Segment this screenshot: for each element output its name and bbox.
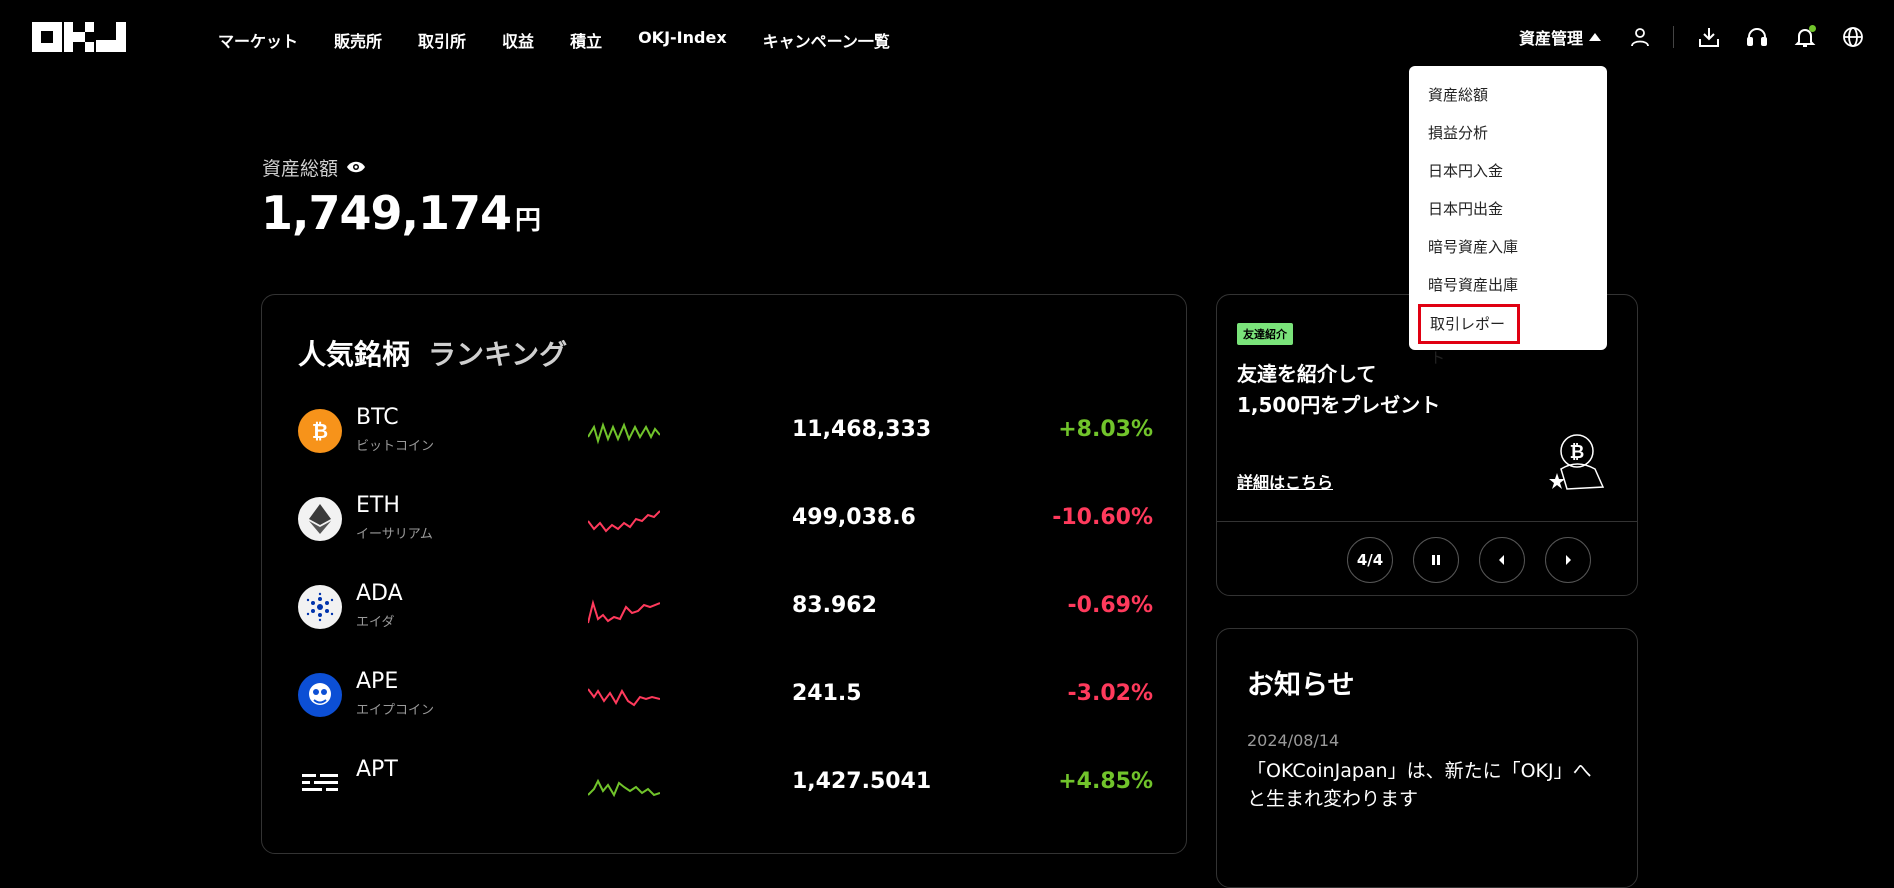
nav-exchange[interactable]: 取引所 <box>418 28 466 52</box>
okj-logo[interactable] <box>32 22 126 52</box>
coin-name: エイダ <box>356 615 395 630</box>
total-assets-label-row: 資産総額 <box>262 154 366 181</box>
coin-price: 241.5 <box>792 681 862 706</box>
coin-symbol: ADA <box>356 581 403 606</box>
coin-change: +4.85% <box>1058 769 1153 794</box>
menu-item-jpy-deposit[interactable]: 日本円入金 <box>1409 152 1607 190</box>
coin-name: ビットコイン <box>356 439 435 454</box>
nav-sales-office[interactable]: 販売所 <box>334 28 382 52</box>
ranking-title-main: 人気銘柄 <box>298 338 411 371</box>
svg-text:₿: ₿ <box>312 419 328 443</box>
total-assets-value-row: 1,749,174 円 <box>261 186 541 240</box>
coin-name: イーサリアム <box>356 527 433 542</box>
globe-icon[interactable] <box>1840 24 1866 50</box>
coin-change: -10.60% <box>1052 505 1153 530</box>
coin-symbol: ETH <box>356 493 400 518</box>
sparkline-chart <box>588 421 660 445</box>
header-divider <box>1673 26 1674 48</box>
main-nav: マーケット 販売所 取引所 収益 積立 OKJ-Index キャンペーン一覧 <box>218 28 890 52</box>
announcements-title: お知らせ <box>1247 670 1355 701</box>
coin-symbol: APE <box>356 669 399 694</box>
coin-row-ada[interactable]: ADA エイダ 83.962 -0.69% <box>298 579 1153 639</box>
coin-symbol: BTC <box>356 405 399 430</box>
coin-row-btc[interactable]: ₿ BTC ビットコイン 11,468,333 +8.03% <box>298 403 1153 463</box>
coin-symbol: APT <box>356 757 398 782</box>
news-item-link[interactable]: 「OKCoinJapan」は、新たに「OKJ」へと生まれ変わります <box>1247 757 1607 813</box>
total-assets-value: 1,749,174 <box>261 186 512 240</box>
headset-icon[interactable] <box>1744 24 1770 50</box>
coin-row-ape[interactable]: APE エイプコイン 241.5 -3.02% <box>298 667 1153 727</box>
total-assets-label: 資産総額 <box>262 158 339 180</box>
promo-details-link[interactable]: 詳細はこちら <box>1237 469 1333 493</box>
header-actions: 資産管理 <box>1519 24 1866 50</box>
coin-price: 1,427.5041 <box>792 769 932 794</box>
menu-item-pnl-analysis[interactable]: 損益分析 <box>1409 114 1607 152</box>
menu-item-jpy-withdrawal[interactable]: 日本円出金 <box>1409 190 1607 228</box>
coin-row-apt[interactable]: APT 1,427.5041 +4.85% <box>298 755 1153 815</box>
download-icon[interactable] <box>1696 24 1722 50</box>
svg-text:₿: ₿ <box>1570 442 1585 463</box>
sparkline-chart <box>588 599 660 624</box>
menu-item-total-assets[interactable]: 資産総額 <box>1409 76 1607 114</box>
chevron-left-icon <box>1499 555 1504 565</box>
popular-ranking-card: 人気銘柄 ランキング ₿ BTC ビットコイン 11,468,333 +8.03%… <box>261 294 1187 854</box>
menu-item-trade-report[interactable]: 取引レポート <box>1418 304 1520 367</box>
coin-gift-illustration: ₿ <box>1549 434 1605 490</box>
coin-name: エイプコイン <box>356 703 435 718</box>
pause-icon <box>1432 555 1440 565</box>
menu-item-crypto-withdrawal[interactable]: 暗号資産出庫 <box>1409 266 1607 304</box>
promo-divider <box>1217 521 1637 522</box>
coin-change: -3.02% <box>1067 681 1153 706</box>
coin-change: -0.69% <box>1067 593 1153 618</box>
user-icon[interactable] <box>1627 24 1653 50</box>
promo-line-1: 友達を紹介して <box>1237 362 1377 386</box>
bell-icon[interactable] <box>1792 24 1818 50</box>
top-header: マーケット 販売所 取引所 収益 積立 OKJ-Index キャンペーン一覧 資… <box>0 0 1894 78</box>
notification-dot <box>1809 25 1816 32</box>
ranking-title: 人気銘柄 ランキング <box>298 333 567 373</box>
promo-tag: 友達紹介 <box>1237 323 1293 345</box>
nav-okj-index[interactable]: OKJ-Index <box>638 28 727 52</box>
promo-line-2: 1,500円をプレゼント <box>1237 393 1441 417</box>
coin-change: +8.03% <box>1058 417 1153 442</box>
coin-row-eth[interactable]: ETH イーサリアム 499,038.6 -10.60% <box>298 491 1153 551</box>
prev-slide-button[interactable] <box>1479 537 1525 583</box>
announcements-card: お知らせ 2024/08/14 「OKCoinJapan」は、新たに「OKJ」へ… <box>1216 628 1638 888</box>
next-slide-button[interactable] <box>1545 537 1591 583</box>
promo-headline: 友達を紹介して 1,500円をプレゼント <box>1237 359 1440 421</box>
asset-management-label: 資産管理 <box>1518 29 1583 48</box>
nav-savings[interactable]: 積立 <box>570 28 602 52</box>
coin-price: 499,038.6 <box>792 505 916 530</box>
coin-price: 11,468,333 <box>792 417 932 442</box>
pause-button[interactable] <box>1413 537 1459 583</box>
sparkline-chart <box>588 688 660 707</box>
sparkline-chart <box>588 778 660 798</box>
caret-up-icon <box>1589 33 1601 41</box>
eth-coin-icon <box>298 497 342 541</box>
nav-campaigns[interactable]: キャンペーン一覧 <box>763 28 890 52</box>
coin-price: 83.962 <box>792 593 877 618</box>
ada-coin-icon <box>298 585 342 629</box>
asset-management-dropdown: 資産総額 損益分析 日本円入金 日本円出金 暗号資産入庫 暗号資産出庫 取引レポ… <box>1409 66 1607 367</box>
ape-coin-icon <box>298 673 342 717</box>
news-date: 2024/08/14 <box>1247 731 1340 750</box>
sparkline-chart <box>588 510 660 533</box>
menu-item-crypto-deposit[interactable]: 暗号資産入庫 <box>1409 228 1607 266</box>
ranking-title-sub: ランキング <box>428 338 568 371</box>
total-assets-unit: 円 <box>515 206 541 236</box>
apt-coin-icon <box>298 761 342 805</box>
nav-market[interactable]: マーケット <box>218 28 298 52</box>
nav-earn[interactable]: 収益 <box>502 28 534 52</box>
asset-management-menu[interactable]: 資産管理 <box>1519 25 1601 49</box>
eye-icon[interactable] <box>346 157 366 179</box>
chevron-right-icon <box>1566 555 1571 565</box>
carousel-counter: 4/4 <box>1347 537 1393 583</box>
btc-coin-icon: ₿ <box>298 409 342 453</box>
